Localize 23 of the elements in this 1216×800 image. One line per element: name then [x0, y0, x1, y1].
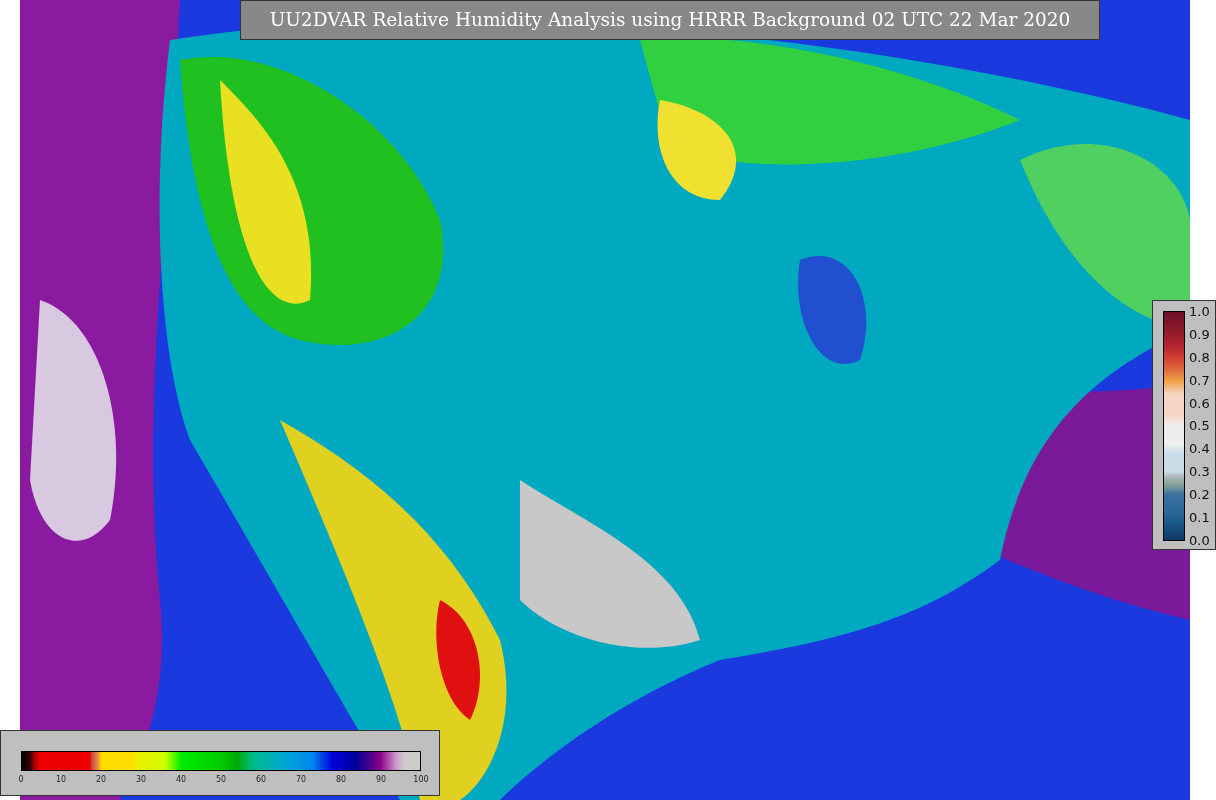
scale-tick-label: 0.0 [1189, 533, 1210, 547]
scale-tick-label: 20 [95, 775, 107, 785]
scale-tick-label: 0.1 [1189, 511, 1210, 524]
scale-tick-label: 0.8 [1189, 350, 1210, 364]
scale-tick-label: 70 [295, 775, 307, 785]
scale-tick-label: 100 [413, 775, 429, 785]
scale-tick-label: 50 [215, 775, 227, 785]
scale-tick-label: 0.5 [1189, 419, 1210, 433]
scale-tick-label: 0.9 [1189, 327, 1210, 341]
scale-tick-label: 0.3 [1189, 465, 1210, 479]
scale-tick-label: 10 [55, 775, 67, 785]
scale-tick-label: 1.0 [1189, 305, 1210, 318]
scale-tick-label: 80 [335, 775, 347, 785]
scale-tick-label: 0.6 [1189, 396, 1210, 410]
scale-tick-label: 40 [175, 775, 187, 785]
scale-tick-label: 0.2 [1189, 488, 1210, 502]
scale-tick-label: 0.7 [1189, 373, 1210, 387]
scale-tick-label: 90 [375, 775, 387, 785]
map-title: UU2DVAR Relative Humidity Analysis using HRRR Background 02 UTC 22 Mar 2020 [240, 0, 1100, 40]
scale-tick-label: 0.4 [1189, 442, 1210, 456]
scale-tick-label: 0 [18, 775, 24, 785]
scale-tick-label: 30 [135, 775, 147, 785]
scale-tick-label: 60 [255, 775, 267, 785]
